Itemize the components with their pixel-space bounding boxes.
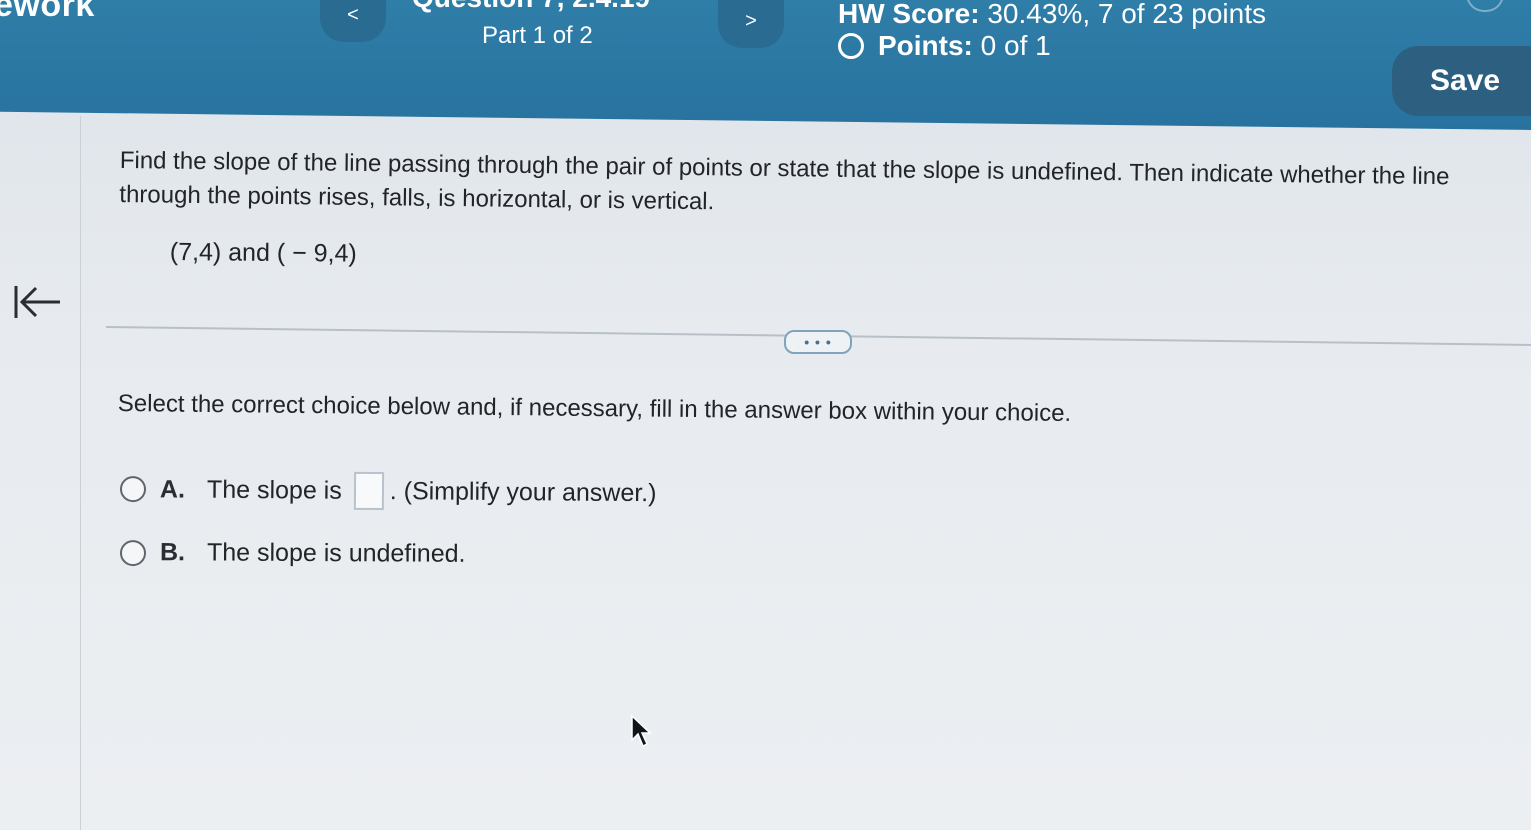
save-button[interactable]: Save	[1392, 46, 1531, 116]
question-title: Question 7, 2.4.19	[412, 0, 650, 14]
choice-b[interactable]: B. The slope is undefined.	[119, 538, 466, 569]
choice-a-letter: A.	[159, 474, 186, 504]
slope-answer-box[interactable]	[353, 471, 384, 511]
radio-button-b[interactable]	[119, 539, 147, 566]
choice-a-text-before: The slope is	[206, 475, 342, 505]
hw-score-value: 30.43%, 7 of 23 points	[987, 0, 1267, 29]
settings-icon[interactable]	[1466, 0, 1504, 12]
points-text: Points: 0 of 1	[878, 30, 1051, 62]
chevron-left-icon: <	[347, 3, 359, 26]
choice-a[interactable]: A. The slope is . (Simplify your answer.…	[119, 470, 657, 512]
top-header-bar: ework < Question 7, 2.4.19 > Part 1 of 2…	[0, 0, 1531, 130]
collapse-panel-button[interactable]	[12, 280, 64, 324]
choice-b-letter: B.	[159, 538, 186, 567]
mouse-pointer-icon	[631, 714, 652, 748]
circle-outline-icon	[838, 33, 864, 59]
question-prompt: Find the slope of the line passing throu…	[119, 146, 1450, 216]
points-status: Points: 0 of 1	[838, 30, 1051, 62]
points-label: Points:	[878, 30, 973, 61]
instruction-text: Select the correct choice below and, if …	[117, 390, 1072, 427]
more-options-button[interactable]: • • •	[784, 330, 852, 354]
arrow-to-left-icon	[14, 286, 60, 318]
previous-question-button[interactable]: <	[320, 0, 386, 42]
points-value: 0 of 1	[980, 30, 1051, 61]
app-title: ework	[0, 0, 95, 24]
choice-b-text: The slope is undefined.	[206, 538, 466, 568]
chevron-right-icon: >	[745, 9, 757, 32]
hw-score: HW Score: 30.43%, 7 of 23 points	[838, 0, 1266, 30]
left-rail	[0, 116, 81, 830]
choice-a-text-after: . (Simplify your answer.)	[389, 476, 657, 507]
point-pair: (7,4) and ( − 9,4)	[169, 238, 357, 268]
next-question-button[interactable]: >	[718, 0, 784, 48]
hw-score-label: HW Score:	[838, 0, 980, 29]
part-label: Part 1 of 2	[482, 22, 593, 49]
radio-button-a[interactable]	[119, 476, 147, 503]
